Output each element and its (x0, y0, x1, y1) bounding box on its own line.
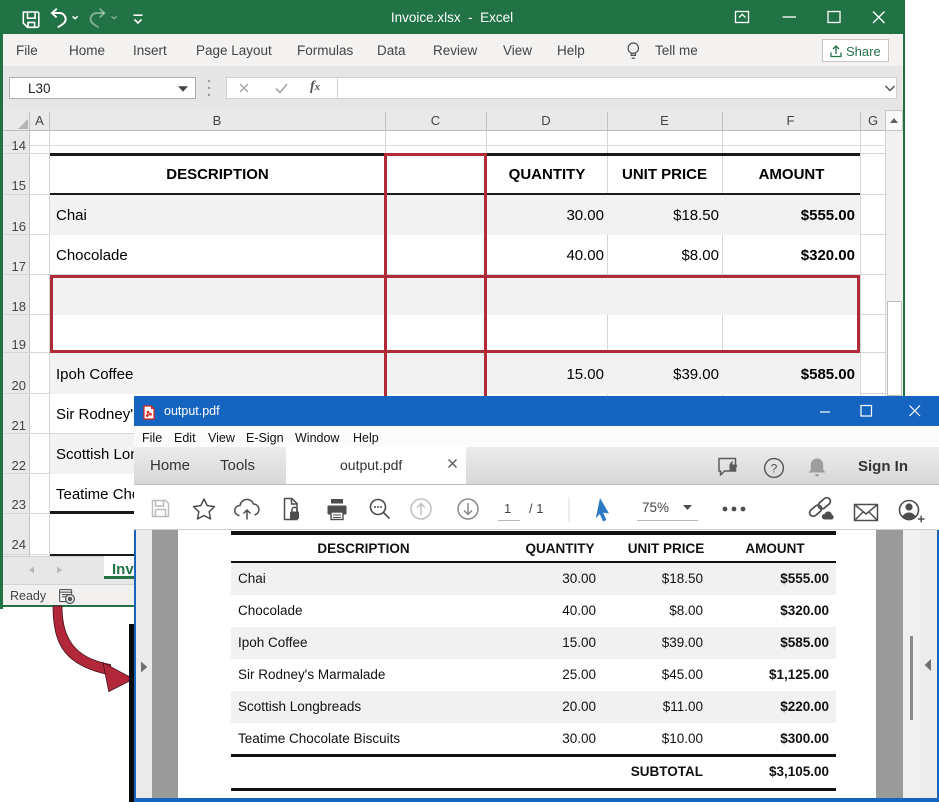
svg-text:?: ? (771, 461, 778, 475)
